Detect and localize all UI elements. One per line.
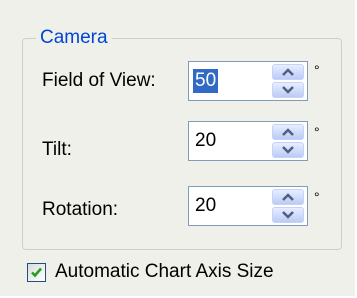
tilt-unit: °	[314, 124, 320, 140]
tilt-label: Tilt:	[42, 139, 72, 160]
tilt-increment-button[interactable]	[272, 124, 304, 140]
arrow-up-icon	[282, 128, 294, 136]
field-of-view-spinner[interactable]: 50	[188, 61, 308, 101]
tilt-decrement-button[interactable]	[272, 142, 304, 158]
camera-settings-panel: Camera Field of View: 50 ° Tilt: 20 ° Ro…	[0, 0, 357, 298]
automatic-chart-axis-size-checkbox[interactable]	[27, 263, 46, 282]
arrow-down-icon	[282, 146, 294, 154]
rotation-value[interactable]: 20	[195, 195, 216, 217]
arrow-down-icon	[282, 211, 294, 219]
arrow-up-icon	[282, 68, 294, 76]
rotation-unit: °	[314, 189, 320, 205]
field-of-view-decrement-button[interactable]	[272, 82, 304, 98]
arrow-down-icon	[282, 86, 294, 94]
tilt-value[interactable]: 20	[195, 130, 216, 152]
rotation-label: Rotation:	[42, 199, 119, 220]
rotation-decrement-button[interactable]	[272, 207, 304, 223]
arrow-up-icon	[282, 193, 294, 201]
field-of-view-value[interactable]: 50	[193, 69, 219, 93]
field-of-view-label: Field of View:	[42, 70, 156, 91]
rotation-spinner[interactable]: 20	[188, 186, 308, 226]
automatic-chart-axis-size-label[interactable]: Automatic Chart Axis Size	[55, 261, 274, 283]
field-of-view-unit: °	[314, 62, 320, 78]
field-of-view-spin-buttons	[272, 64, 304, 98]
rotation-increment-button[interactable]	[272, 189, 304, 205]
rotation-spin-buttons	[272, 189, 304, 223]
camera-group-title: Camera	[36, 27, 112, 49]
tilt-spin-buttons	[272, 124, 304, 158]
checkmark-icon	[31, 267, 42, 278]
tilt-spinner[interactable]: 20	[188, 121, 308, 161]
field-of-view-increment-button[interactable]	[272, 64, 304, 80]
